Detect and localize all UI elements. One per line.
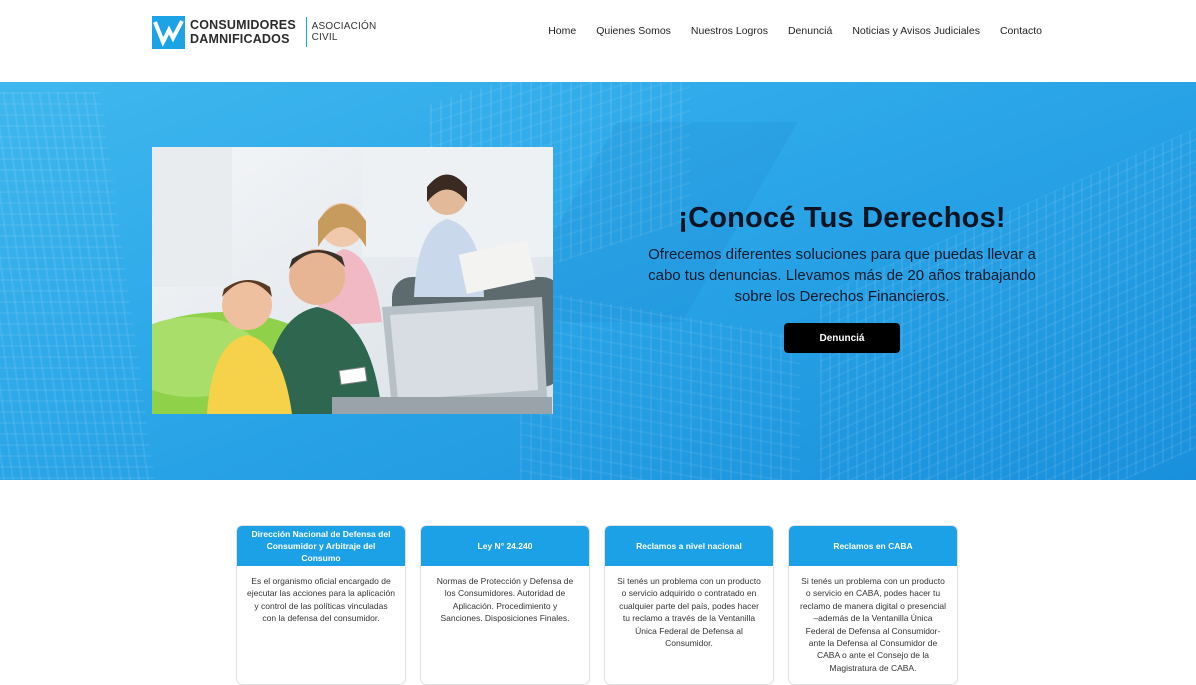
hero-description: Ofrecemos diferentes soluciones para que… <box>648 246 1036 305</box>
info-card-title: Dirección Nacional de Defensa del Consum… <box>237 526 405 566</box>
nav-quienes-somos[interactable]: Quienes Somos <box>586 24 681 38</box>
info-card-title: Reclamos a nivel nacional <box>605 526 773 566</box>
main-nav: Home Quienes Somos Nuestros Logros Denun… <box>538 24 1042 38</box>
info-card-body: Si tenés un problema con un producto o s… <box>800 576 946 673</box>
nav-noticias[interactable]: Noticias y Avisos Judiciales <box>842 24 990 38</box>
info-card[interactable]: Dirección Nacional de Defensa del Consum… <box>236 525 406 685</box>
info-card[interactable]: Reclamos a nivel nacional Si tenés un pr… <box>604 525 774 685</box>
hero-section: ¡Conocé Tus Derechos! Ofrecemos diferent… <box>0 82 1196 480</box>
logo-line-2: DAMNIFICADOS <box>190 32 290 46</box>
hero-title: ¡Conocé Tus Derechos! <box>678 202 1006 234</box>
nav-nuestros-logros[interactable]: Nuestros Logros <box>681 24 778 38</box>
info-card[interactable]: Reclamos en CABA Si tenés un problema co… <box>788 525 958 685</box>
info-card-title: Reclamos en CABA <box>789 526 957 566</box>
hero-family-photo <box>152 147 553 414</box>
info-card[interactable]: Ley N° 24.240 Normas de Protección y Def… <box>420 525 590 685</box>
hero-text-block: ¡Conocé Tus Derechos! Ofrecemos diferent… <box>640 202 1044 307</box>
info-cards: Dirección Nacional de Defensa del Consum… <box>236 525 958 685</box>
hero-building-pattern <box>520 287 800 480</box>
nav-home[interactable]: Home <box>538 24 586 38</box>
nav-denuncia[interactable]: Denunciá <box>778 24 842 38</box>
site-logo[interactable]: CONSUMIDORES DAMNIFICADOS ASOCIACIÓN CIV… <box>152 14 382 50</box>
info-card-body: Si tenés un problema con un producto o s… <box>617 576 761 649</box>
logo-check-icon <box>152 15 185 49</box>
logo-subtitle: ASOCIACIÓN CIVIL <box>311 21 377 43</box>
nav-contacto[interactable]: Contacto <box>990 24 1042 38</box>
hero-building-pattern <box>0 92 160 480</box>
logo-line-1: CONSUMIDORES <box>190 18 296 32</box>
logo-wordmark: CONSUMIDORES DAMNIFICADOS <box>190 18 296 46</box>
hero-denuncia-button[interactable]: Denunciá <box>784 323 900 353</box>
info-card-body: Es el organismo oficial encargado de eje… <box>247 576 395 624</box>
info-card-title: Ley N° 24.240 <box>421 526 589 566</box>
info-card-body: Normas de Protección y Defensa de los Co… <box>436 576 574 624</box>
site-header: CONSUMIDORES DAMNIFICADOS ASOCIACIÓN CIV… <box>0 0 1196 82</box>
logo-divider <box>305 17 307 47</box>
